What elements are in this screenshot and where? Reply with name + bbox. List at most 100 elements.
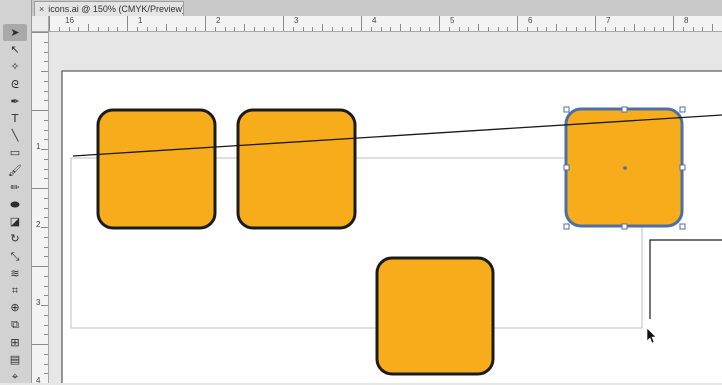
ruler-tick	[44, 276, 48, 277]
ruler-tick	[566, 27, 567, 31]
ruler-tick	[293, 27, 294, 31]
ruler-tick	[108, 27, 109, 31]
ruler-tick	[537, 27, 538, 31]
ruler-tick	[32, 344, 48, 345]
horizontal-ruler[interactable]: 1612345678	[49, 16, 722, 32]
ruler-tick	[41, 71, 48, 72]
vertical-ruler[interactable]: 1234	[32, 32, 49, 383]
selection-tool-icon[interactable]: ➤	[3, 24, 27, 41]
ruler-tick	[205, 16, 206, 31]
rotate-tool-icon[interactable]: ↻	[3, 230, 27, 247]
ruler-tick	[32, 188, 48, 189]
ruler-tick	[449, 27, 450, 31]
magic-wand-tool-icon[interactable]: ✧	[3, 58, 27, 75]
shape-builder-tool-icon[interactable]: ⊕	[3, 299, 27, 316]
ruler-tick	[390, 27, 391, 31]
ruler-tick	[361, 16, 362, 31]
artboard-canvas[interactable]	[49, 32, 722, 383]
document-tab[interactable]: × icons.ai @ 150% (CMYK/Preview)	[34, 1, 184, 16]
ruler-tick	[468, 27, 469, 31]
warp-tool-icon[interactable]: ≋	[3, 265, 27, 282]
ruler-tick	[127, 16, 128, 31]
ruler-tick	[44, 334, 48, 335]
ruler-tick	[654, 27, 655, 31]
ruler-tick	[663, 27, 664, 31]
ruler-tick	[244, 24, 245, 31]
ruler-tick	[322, 24, 323, 31]
ruler-tick	[702, 27, 703, 31]
ruler-tick	[78, 27, 79, 31]
close-tab-icon[interactable]: ×	[39, 4, 44, 14]
ruler-tick	[420, 27, 421, 31]
orange-rounded-square[interactable]	[377, 258, 493, 374]
ruler-tick	[44, 247, 48, 248]
ruler-tick	[32, 32, 48, 33]
ruler-tick	[49, 16, 50, 31]
ruler-tick	[117, 27, 118, 31]
lasso-tool-icon[interactable]: ᘓ	[3, 76, 27, 93]
ruler-tick	[44, 373, 48, 374]
center-point	[623, 166, 627, 170]
ruler-tick	[400, 24, 401, 31]
ruler-tick	[673, 16, 674, 31]
ruler-tick	[137, 27, 138, 31]
blob-brush-tool-icon[interactable]: ⬬	[3, 196, 27, 213]
ruler-tick	[41, 305, 48, 306]
eyedropper-tool-icon[interactable]: ⌖	[3, 368, 27, 385]
type-tool-icon[interactable]: T	[3, 110, 27, 127]
ruler-tick	[234, 27, 235, 31]
eraser-tool-icon[interactable]: ◪	[3, 213, 27, 230]
ruler-tick	[478, 24, 479, 31]
ruler-tick	[44, 286, 48, 287]
ruler-tick	[44, 315, 48, 316]
rectangle-tool-icon[interactable]: ▭	[3, 144, 27, 161]
paintbrush-tool-icon[interactable]: 🖌	[3, 162, 27, 179]
ruler-tick	[351, 27, 352, 31]
gradient-tool-icon[interactable]: ▤	[3, 351, 27, 368]
ruler-tick	[439, 16, 440, 31]
direct-selection-tool-icon[interactable]: ↖	[3, 41, 27, 58]
ruler-tick	[44, 198, 48, 199]
ruler-tick	[41, 149, 48, 150]
ruler-tick	[44, 237, 48, 238]
scale-tool-icon[interactable]: ⤡	[3, 248, 27, 265]
ruler-number: 4	[36, 376, 40, 385]
free-transform-tool-icon[interactable]: ⌗	[3, 282, 27, 299]
document-tab-bar: × icons.ai @ 150% (CMYK/Preview)	[32, 0, 722, 17]
pencil-tool-icon[interactable]: ✏	[3, 179, 27, 196]
ruler-tick	[381, 27, 382, 31]
ruler-tick	[332, 27, 333, 31]
ruler-number: 6	[528, 16, 532, 25]
ruler-tick	[254, 27, 255, 31]
ruler-tick	[488, 27, 489, 31]
ruler-tick	[693, 27, 694, 31]
ruler-tick	[32, 110, 48, 111]
ruler-tick	[44, 81, 48, 82]
ruler-tick	[44, 178, 48, 179]
orange-rounded-square[interactable]	[238, 110, 355, 228]
orange-rounded-square[interactable]	[98, 110, 215, 228]
ruler-number: 4	[372, 16, 376, 25]
ruler-tick	[44, 159, 48, 160]
line-segment-tool-icon[interactable]: ╲	[3, 127, 27, 144]
ruler-tick	[517, 16, 518, 31]
ruler-tick	[186, 27, 187, 31]
ruler-number: 1	[138, 16, 142, 25]
perspective-grid-tool-icon[interactable]: ⧉	[3, 316, 27, 333]
mesh-tool-icon[interactable]: ⊞	[3, 334, 27, 351]
document-title: icons.ai @ 150% (CMYK/Preview)	[48, 4, 184, 14]
ruler-tick	[44, 120, 48, 121]
ruler-tick	[264, 27, 265, 31]
ruler-number: 5	[450, 16, 454, 25]
ruler-origin[interactable]	[32, 16, 49, 32]
ruler-tick	[215, 27, 216, 31]
ruler-tick	[410, 27, 411, 31]
ruler-number: 3	[294, 16, 298, 25]
ruler-tick	[283, 16, 284, 31]
ruler-tick	[44, 100, 48, 101]
ruler-tick	[44, 130, 48, 131]
pen-tool-icon[interactable]: ✒	[3, 93, 27, 110]
ruler-tick	[225, 27, 226, 31]
ruler-tick	[147, 27, 148, 31]
ruler-number: 3	[36, 298, 40, 307]
